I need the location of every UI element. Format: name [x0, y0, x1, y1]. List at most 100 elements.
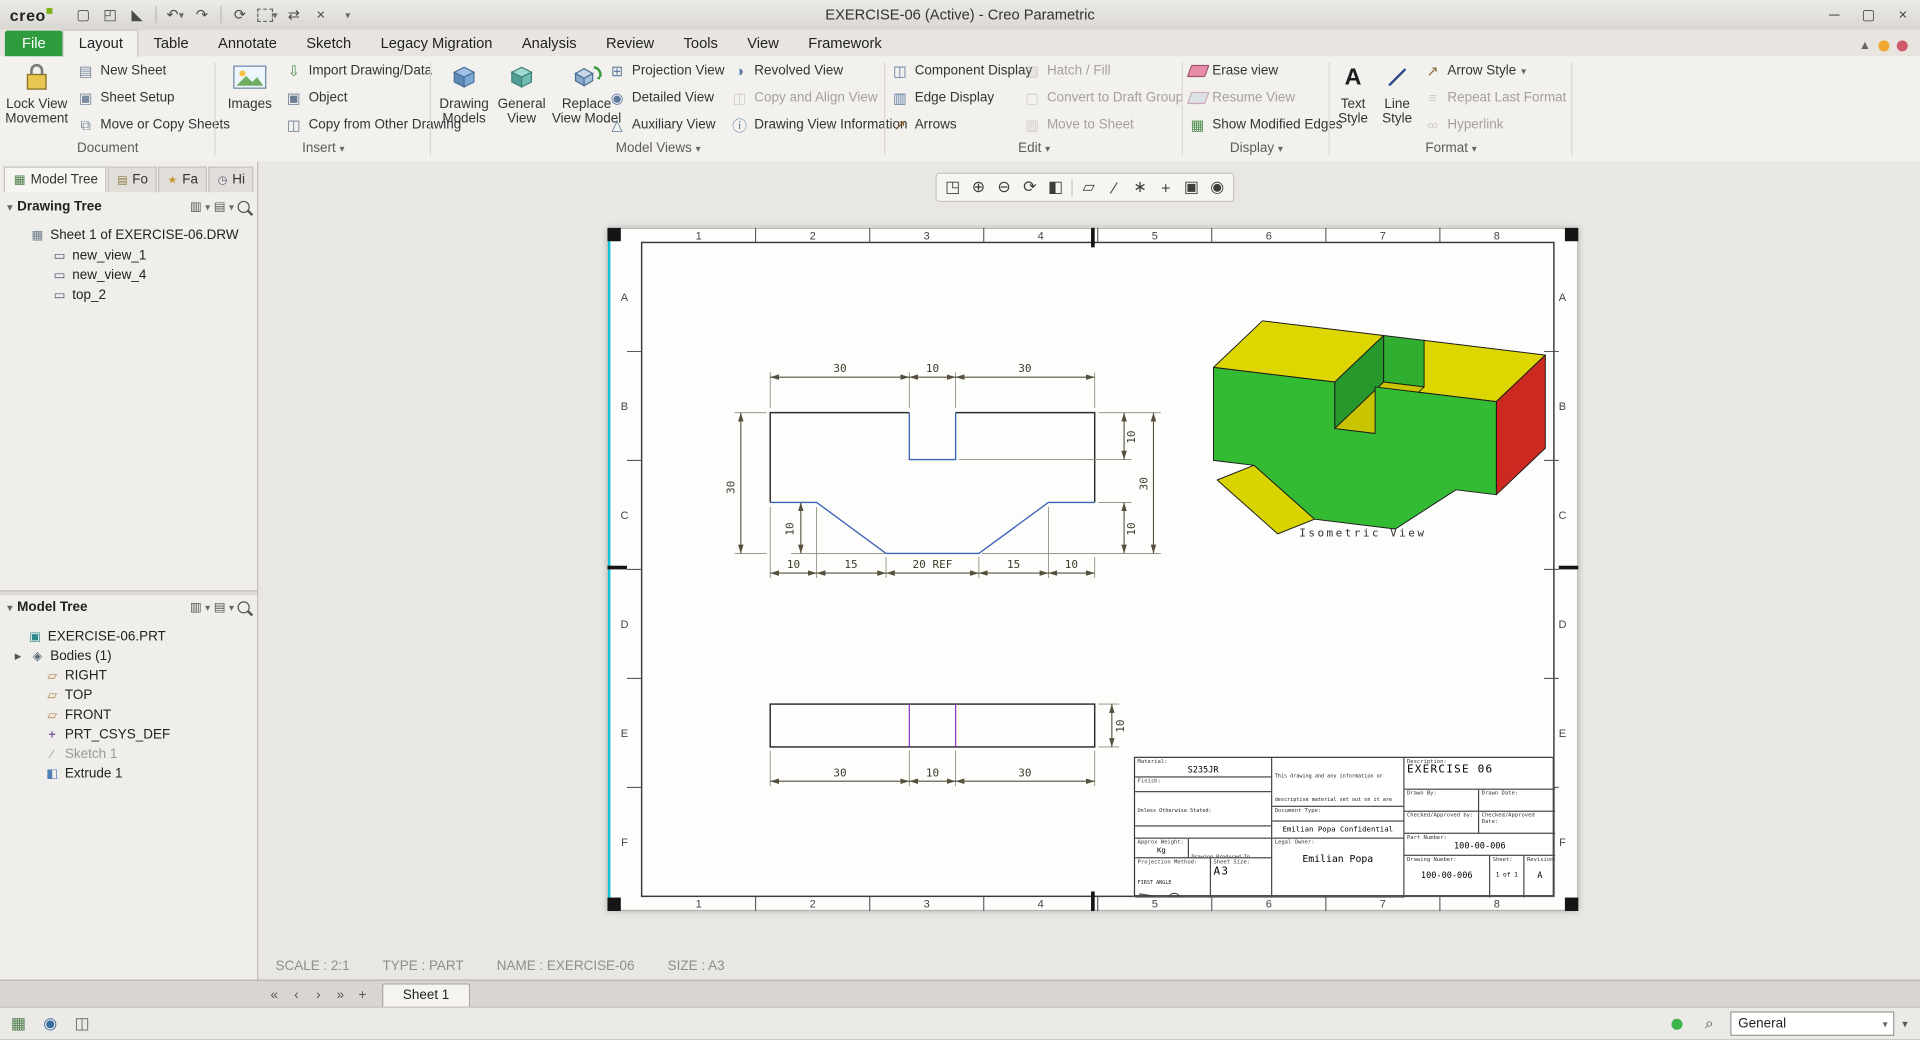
tab-tools[interactable]: Tools [669, 31, 733, 57]
model-tree-row-sketch[interactable]: ∕ Sketch 1 [0, 744, 257, 764]
minimize-button[interactable]: ─ [1817, 2, 1851, 26]
group-label-display[interactable]: Display ▾ [1183, 141, 1330, 161]
previous-sheet-icon[interactable]: ‹ [287, 986, 307, 1006]
tab-sketch[interactable]: Sketch [292, 31, 366, 57]
model-tree-row-front[interactable]: ▱ FRONT [0, 705, 257, 725]
show-modified-edges-button[interactable]: ▦ Show Modified Edges [1188, 113, 1343, 137]
resource-status-icon[interactable] [1878, 40, 1890, 52]
csys-display-icon[interactable]: + [1153, 176, 1177, 199]
revolved-view-button[interactable]: ◑ Revolved View [730, 59, 843, 83]
redo-icon[interactable]: ↷ [190, 4, 214, 26]
general-view-button[interactable]: General View [495, 60, 549, 126]
swap-windows-icon[interactable]: ⇄ [282, 4, 306, 26]
model-tree-part-row[interactable]: ▣ EXERCISE-06.PRT [0, 627, 257, 647]
tree-settings-caret[interactable]: ▾ [205, 602, 210, 613]
axis-display-icon[interactable]: ∕ [1102, 176, 1126, 199]
tab-view[interactable]: View [733, 31, 794, 57]
find-icon[interactable]: ⌕ [1705, 1014, 1714, 1034]
panel-splitter[interactable] [0, 590, 258, 596]
object-button[interactable]: ▣ Object [284, 86, 348, 110]
tab-table[interactable]: Table [139, 31, 204, 57]
component-display-button[interactable]: ◫ Component Display [890, 59, 1032, 83]
search-icon[interactable] [237, 601, 250, 614]
group-label-model-views[interactable]: Model Views ▾ [431, 141, 885, 161]
tab-model-tree[interactable]: ▦ Model Tree [3, 166, 107, 193]
annotation-display-icon[interactable]: ▣ [1179, 176, 1203, 199]
model-tree-row-right[interactable]: ▱ RIGHT [0, 666, 257, 686]
tab-annotate[interactable]: Annotate [203, 31, 291, 57]
sheet-setup-button[interactable]: ▣ Sheet Setup [76, 86, 175, 110]
import-drawing-data-button[interactable]: ⇩ Import Drawing/Data [284, 59, 432, 83]
tab-layout[interactable]: Layout [62, 29, 139, 58]
arrows-button[interactable]: ↗ Arrows [890, 113, 957, 137]
edge-display-button[interactable]: ▥ Edge Display [890, 86, 994, 110]
browser-toggle-icon[interactable]: ◉ [37, 1011, 64, 1035]
tab-folder-browser[interactable]: ▤ Fo [107, 166, 157, 193]
spin-center-icon[interactable]: ◉ [1205, 176, 1229, 199]
selection-filter-select[interactable]: General ▾ [1730, 1011, 1895, 1036]
open-file-icon[interactable]: ◰ [98, 4, 122, 26]
tab-review[interactable]: Review [591, 31, 669, 57]
filter-options-icon[interactable]: ▾ [1902, 1017, 1908, 1030]
group-label-insert[interactable]: Insert ▾ [216, 141, 432, 161]
isometric-view-label[interactable]: Isometric View [1299, 526, 1426, 539]
tab-history[interactable]: ◷ Hi [207, 166, 254, 193]
close-button[interactable]: × [1886, 2, 1920, 26]
collapse-icon[interactable]: ▾ [7, 201, 12, 212]
lock-view-movement-button[interactable]: Lock View Movement [2, 60, 71, 126]
tree-view-caret[interactable]: ▾ [229, 602, 234, 613]
projection-view-button[interactable]: ⊞ Projection View [607, 59, 724, 83]
graphics-area[interactable]: ◳ ⊕ ⊖ ⟳ ◧ ▱ ∕ ∗ + ▣ ◉ 1 2 3 4 5 6 7 8 1 … [258, 161, 1920, 980]
new-sheet-button[interactable]: ▤ New Sheet [76, 59, 167, 83]
move-copy-sheets-button[interactable]: ⧉ Move or Copy Sheets [76, 113, 230, 137]
tree-settings-icon[interactable]: ▥ [190, 200, 202, 213]
tab-favorites[interactable]: ★ Fa [157, 166, 207, 193]
undo-icon[interactable]: ↶ ▾ [163, 4, 187, 26]
tree-view-caret[interactable]: ▾ [229, 201, 234, 212]
minimize-ribbon-icon[interactable]: ▲ [1859, 39, 1871, 52]
drawing-models-button[interactable]: Drawing Models [436, 60, 492, 126]
tab-legacy-migration[interactable]: Legacy Migration [366, 31, 507, 57]
plane-display-icon[interactable]: ▱ [1076, 176, 1100, 199]
customize-toolbar-icon[interactable]: ▾ [336, 4, 360, 26]
text-style-button[interactable]: A Text Style [1332, 60, 1374, 127]
zoom-out-icon[interactable]: ⊖ [992, 176, 1016, 199]
save-icon[interactable]: ◣ [125, 4, 149, 26]
erase-view-button[interactable]: Erase view [1186, 59, 1278, 83]
tab-framework[interactable]: Framework [794, 31, 897, 57]
drawing-tree-view-row[interactable]: ▭ top_2 [0, 285, 257, 305]
refit-icon[interactable]: ◳ [940, 176, 964, 199]
selection-filter-icon[interactable]: ▾ [255, 4, 279, 26]
zoom-in-icon[interactable]: ⊕ [966, 176, 990, 199]
drawing-tree-view-row[interactable]: ▭ new_view_4 [0, 266, 257, 286]
images-button[interactable]: Images [223, 60, 277, 112]
tab-file[interactable]: File [4, 30, 63, 57]
last-sheet-icon[interactable]: » [331, 986, 351, 1006]
add-sheet-icon[interactable]: + [353, 986, 373, 1006]
tree-settings-caret[interactable]: ▾ [205, 201, 210, 212]
tab-analysis[interactable]: Analysis [507, 31, 591, 57]
search-icon[interactable] [237, 200, 250, 214]
group-label-edit[interactable]: Edit ▾ [885, 141, 1183, 161]
detailed-view-button[interactable]: ◉ Detailed View [607, 86, 714, 110]
title-block[interactable]: Material: S235JR Finish: Unless Otherwise… [1133, 756, 1556, 898]
drawing-tree-sheet-row[interactable]: ▦ Sheet 1 of EXERCISE-06.DRW [0, 225, 257, 245]
point-display-icon[interactable]: ∗ [1128, 176, 1152, 199]
display-style-icon[interactable]: ◧ [1043, 176, 1067, 199]
regenerate-icon[interactable]: ⟳ [228, 4, 252, 26]
drawing-view-information-button[interactable]: ⓘ Drawing View Information [730, 113, 907, 137]
collapse-icon[interactable]: ▾ [7, 602, 12, 613]
tree-view-icon[interactable]: ▤ [214, 601, 226, 614]
model-tree-row-csys[interactable]: + PRT_CSYS_DEF [0, 725, 257, 745]
first-sheet-icon[interactable]: « [264, 986, 284, 1006]
group-label-document[interactable]: Document [0, 141, 216, 161]
expand-icon[interactable]: ▶ [15, 651, 25, 662]
drawing-tree-view-row[interactable]: ▭ new_view_1 [0, 246, 257, 266]
repaint-icon[interactable]: ⟳ [1018, 176, 1042, 199]
model-tree-toggle-icon[interactable]: ▦ [5, 1011, 32, 1035]
windows-icon[interactable]: ◫ [69, 1011, 96, 1035]
tree-settings-icon[interactable]: ▥ [190, 601, 202, 614]
group-label-format[interactable]: Format ▾ [1330, 141, 1572, 161]
model-tree-row-top[interactable]: ▱ TOP [0, 686, 257, 706]
drawing-sheet[interactable]: 12345678 12345678 ABCDEF ABCDEF 30 10 30… [607, 227, 1579, 912]
